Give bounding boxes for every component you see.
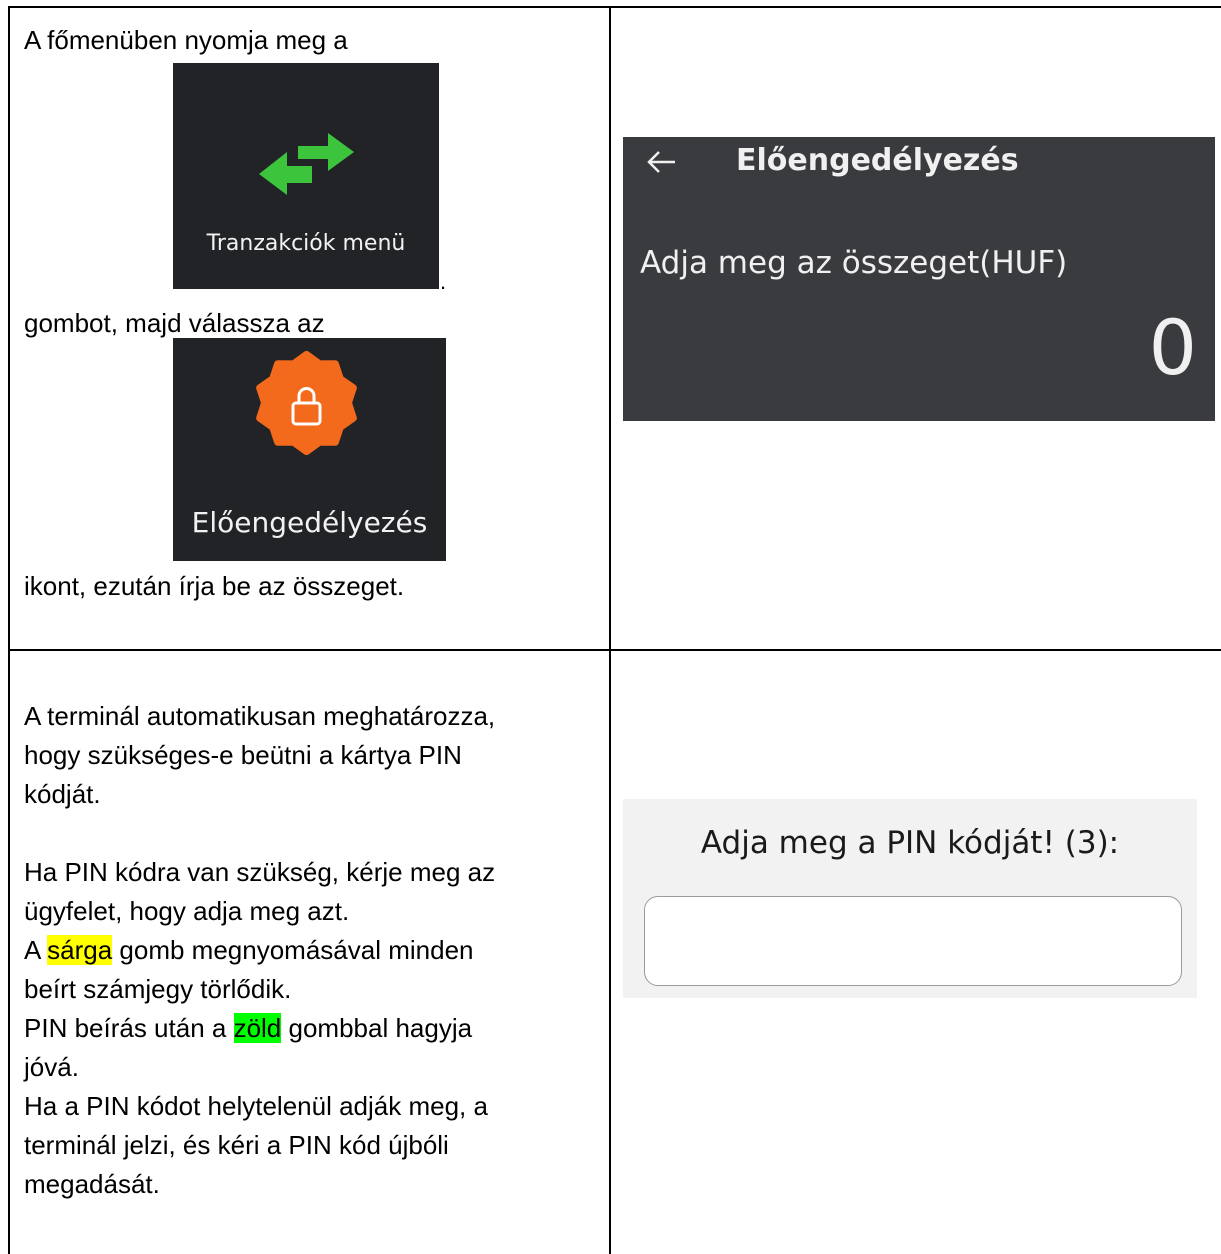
green-highlight-word: zöld	[233, 1013, 282, 1043]
preauthorization-tile-label: Előengedélyezés	[191, 506, 428, 539]
pin-input-field[interactable]	[644, 896, 1182, 986]
step2-p3-line2: beírt számjegy törlődik.	[24, 974, 292, 1004]
yellow-line-prefix: A	[24, 935, 48, 965]
table-column-divider	[609, 6, 611, 1254]
step2-p5-line3: megadását.	[24, 1169, 160, 1199]
preauthorization-amount-screen: Előengedélyezés Adja meg az összeget(HUF…	[623, 137, 1215, 421]
preauthorization-tile: Előengedélyezés	[173, 338, 446, 561]
pin-prompt: Adja meg a PIN kódját! (3):	[700, 825, 1120, 861]
table-border-left	[8, 6, 10, 1254]
step2-p1-line2: hogy szükséges-e beütni a kártya PIN	[24, 740, 462, 770]
step2-green-line: PIN beírás után a zöld gombbal hagyja	[24, 1009, 472, 1048]
amount-value: 0	[1148, 303, 1197, 392]
table-border-top	[8, 6, 1221, 8]
step2-p1-line3: kódját.	[24, 779, 101, 809]
amount-prompt: Adja meg az összeget(HUF)	[640, 245, 1068, 281]
green-line-prefix: PIN beírás után a	[24, 1013, 234, 1043]
yellow-line-suffix: gomb megnyomásával minden	[112, 935, 474, 965]
step1-outro-text: ikont, ezután írja be az összeget.	[24, 571, 405, 601]
pin-entry-screen: Adja meg a PIN kódját! (3):	[623, 799, 1197, 998]
step2-p2-line1: Ha PIN kódra van szükség, kérje meg az	[24, 857, 496, 887]
period-text: .	[440, 269, 447, 294]
step2-p2-line2: ügyfelet, hogy adja meg azt.	[24, 896, 350, 926]
step2-p5-line2: terminál jelzi, és kéri a PIN kód újbóli	[24, 1130, 449, 1160]
yellow-highlight-word: sárga	[47, 935, 113, 965]
step2-p4-line2: jóvá.	[24, 1052, 79, 1082]
back-arrow-icon[interactable]	[647, 150, 677, 174]
screen-title: Előengedélyezés	[736, 143, 1019, 178]
transactions-menu-label: Tranzakciók menü	[206, 231, 406, 256]
green-line-suffix: gombbal hagyja	[281, 1013, 473, 1043]
transactions-menu-tile: Tranzakciók menü	[173, 63, 439, 289]
step2-p1-line1: A terminál automatikusan meghatározza,	[24, 701, 496, 731]
step1-intro-text: A főmenüben nyomja meg a	[24, 25, 348, 55]
step2-p5-line1: Ha a PIN kódot helytelenül adják meg, a	[24, 1091, 488, 1121]
step2-yellow-line: A sárga gomb megnyomásával minden	[24, 931, 473, 970]
table-row-divider	[8, 649, 1221, 651]
